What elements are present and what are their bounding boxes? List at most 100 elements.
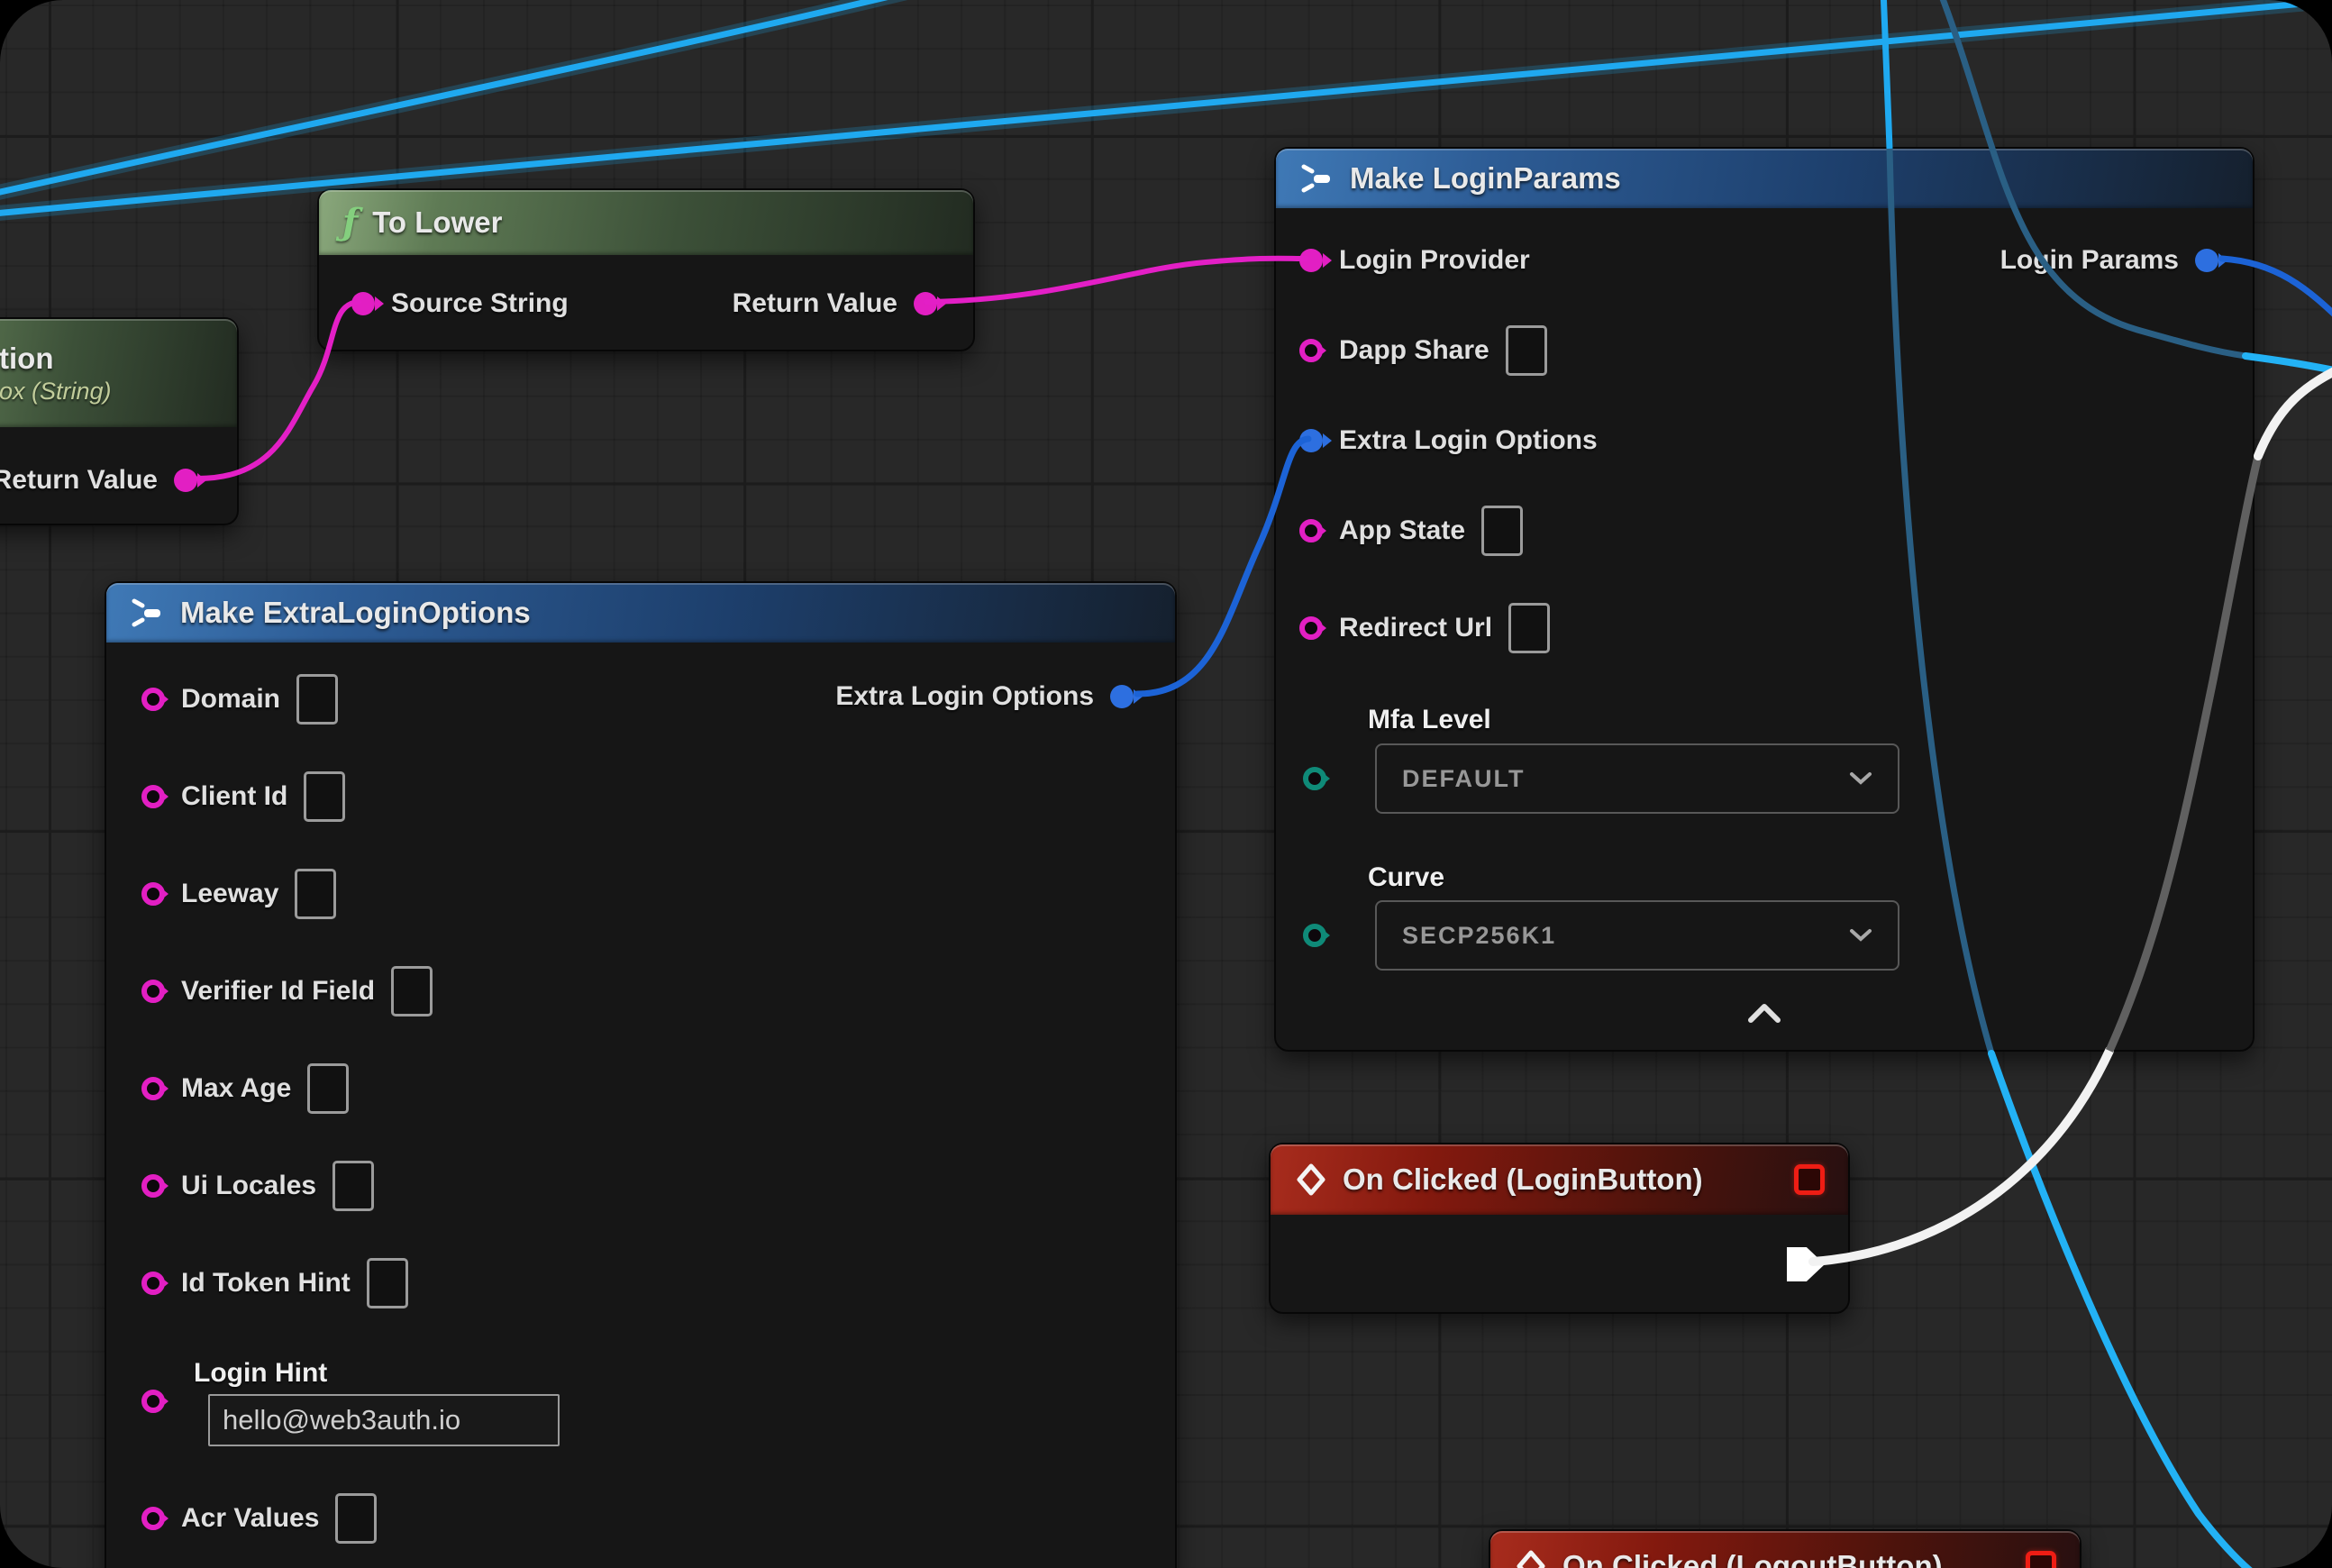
blueprint-graph-canvas[interactable]: tion ox (String) Return Value ƒ To Lower… <box>0 0 2332 1568</box>
node-get-text-title: tion <box>0 342 53 376</box>
app-state-label: App State <box>1339 515 1465 546</box>
acr-values-checkbox[interactable] <box>335 1493 377 1544</box>
curve-dropdown[interactable]: SECP256K1 <box>1375 900 1899 971</box>
app-state-row: App State <box>1299 506 1523 556</box>
wire-cyan-d-bottom <box>1991 1053 2273 1568</box>
node-on-clicked-login-button: On Clicked (LoginButton) <box>1269 1143 1850 1314</box>
extra-login-options-input-row: Extra Login Options <box>1299 425 1598 456</box>
make-struct-icon <box>130 597 166 628</box>
client-id-row: Client Id <box>141 771 345 822</box>
client-id-label: Client Id <box>181 781 287 812</box>
wire-exec-bright-upper <box>2258 362 2332 456</box>
verifier-id-field-pin[interactable] <box>141 980 165 1003</box>
verifier-id-field-checkbox[interactable] <box>391 966 433 1016</box>
collapse-node-chevron-icon[interactable] <box>1744 1000 1785 1026</box>
source-string-input-row: Source String <box>351 288 569 319</box>
id-token-hint-row: Id Token Hint <box>141 1258 408 1308</box>
to-lower-return-pin[interactable] <box>914 292 937 315</box>
redirect-url-pin[interactable] <box>1299 616 1323 640</box>
login-params-output-pin[interactable] <box>2195 249 2218 272</box>
function-icon: ƒ <box>342 205 358 241</box>
login-params-output-row: Login Params <box>2000 245 2218 276</box>
max-age-pin[interactable] <box>141 1077 165 1100</box>
leeway-checkbox[interactable] <box>295 869 336 919</box>
node-get-text-subtitle: ox (String) <box>0 378 112 406</box>
max-age-row: Max Age <box>141 1063 349 1114</box>
delegate-pin-icon[interactable] <box>1794 1164 1825 1195</box>
node-to-lower: ƒ To Lower Source String Return Value <box>317 188 975 351</box>
login-hint-input[interactable] <box>208 1394 560 1446</box>
make-struct-icon <box>1299 163 1335 194</box>
dapp-share-pin[interactable] <box>1299 339 1323 362</box>
node-get-text-header[interactable]: tion ox (String) <box>0 319 237 427</box>
domain-pin[interactable] <box>141 688 165 711</box>
app-state-pin[interactable] <box>1299 519 1323 542</box>
node-on-clicked-login-header[interactable]: On Clicked (LoginButton) <box>1271 1144 1848 1215</box>
login-provider-label: Login Provider <box>1339 245 1530 276</box>
redirect-url-label: Redirect Url <box>1339 613 1492 643</box>
redirect-url-row: Redirect Url <box>1299 603 1550 653</box>
chevron-down-icon <box>1849 928 1872 943</box>
ui-locales-checkbox[interactable] <box>332 1161 374 1211</box>
client-id-pin[interactable] <box>141 785 165 808</box>
id-token-hint-pin[interactable] <box>141 1272 165 1295</box>
source-string-pin[interactable] <box>351 292 375 315</box>
wire-string-tolower-to-loginprovider <box>926 259 1307 302</box>
domain-label: Domain <box>181 684 280 715</box>
event-diamond-icon <box>1294 1162 1328 1197</box>
wire-cyan-glow <box>0 0 1005 200</box>
return-value-output-row: Return Value <box>0 465 197 496</box>
max-age-checkbox[interactable] <box>307 1063 349 1114</box>
extra-login-options-input-label: Extra Login Options <box>1339 425 1598 456</box>
verifier-id-field-row: Verifier Id Field <box>141 966 433 1016</box>
dapp-share-checkbox[interactable] <box>1506 325 1547 376</box>
node-mlp-header[interactable]: Make LoginParams <box>1276 149 2253 208</box>
mfa-level-pin[interactable] <box>1303 767 1326 790</box>
return-value-pin[interactable] <box>174 469 197 492</box>
extra-login-options-output-pin[interactable] <box>1110 685 1134 708</box>
return-value-label: Return Value <box>0 465 158 496</box>
domain-checkbox[interactable] <box>296 674 338 725</box>
node-on-clicked-logout-header[interactable]: On Clicked (LogoutButton) <box>1490 1531 2080 1568</box>
extra-login-options-output-row: Extra Login Options <box>835 681 1134 712</box>
delegate-pin-icon[interactable] <box>2026 1551 2056 1568</box>
redirect-url-checkbox[interactable] <box>1508 603 1550 653</box>
id-token-hint-checkbox[interactable] <box>367 1258 408 1308</box>
curve-pin[interactable] <box>1303 924 1326 947</box>
node-on-clicked-logout-title: On Clicked (LogoutButton) <box>1562 1549 1943 1568</box>
leeway-row: Leeway <box>141 869 336 919</box>
to-lower-return-label: Return Value <box>733 288 897 319</box>
acr-values-pin[interactable] <box>141 1507 165 1530</box>
node-get-text-partial: tion ox (String) Return Value <box>0 317 239 525</box>
mfa-level-value: DEFAULT <box>1402 765 1526 793</box>
login-params-output-label: Login Params <box>2000 245 2179 276</box>
client-id-checkbox[interactable] <box>304 771 345 822</box>
wire-exec-bright-lower <box>1813 1051 2109 1262</box>
ui-locales-label: Ui Locales <box>181 1171 316 1201</box>
ui-locales-pin[interactable] <box>141 1174 165 1198</box>
login-provider-pin[interactable] <box>1299 249 1323 272</box>
node-melo-header[interactable]: Make ExtraLoginOptions <box>106 583 1175 643</box>
node-melo-title: Make ExtraLoginOptions <box>180 596 531 630</box>
extra-login-options-input-pin[interactable] <box>1299 429 1323 452</box>
mfa-level-label: Mfa Level <box>1368 705 1491 735</box>
extra-login-options-output-label: Extra Login Options <box>835 681 1094 712</box>
chevron-down-icon <box>1849 771 1872 786</box>
login-hint-pin[interactable] <box>141 1390 165 1413</box>
curve-value: SECP256K1 <box>1402 922 1556 950</box>
login-provider-row: Login Provider <box>1299 245 1530 276</box>
app-state-checkbox[interactable] <box>1481 506 1523 556</box>
to-lower-return-row: Return Value <box>733 288 937 319</box>
ui-locales-row: Ui Locales <box>141 1161 374 1211</box>
node-to-lower-header[interactable]: ƒ To Lower <box>319 190 973 255</box>
node-on-clicked-logout-button: On Clicked (LogoutButton) <box>1489 1529 2081 1568</box>
leeway-pin[interactable] <box>141 882 165 906</box>
max-age-label: Max Age <box>181 1073 291 1104</box>
node-make-login-params: Make LoginParams Login Provider Dapp Sha… <box>1274 147 2255 1052</box>
node-mlp-title: Make LoginParams <box>1350 161 1621 196</box>
mfa-level-dropdown[interactable]: DEFAULT <box>1375 743 1899 814</box>
exec-output-pin[interactable] <box>1787 1247 1825 1281</box>
curve-label: Curve <box>1368 862 1444 893</box>
id-token-hint-label: Id Token Hint <box>181 1268 351 1299</box>
verifier-id-field-label: Verifier Id Field <box>181 976 375 1007</box>
